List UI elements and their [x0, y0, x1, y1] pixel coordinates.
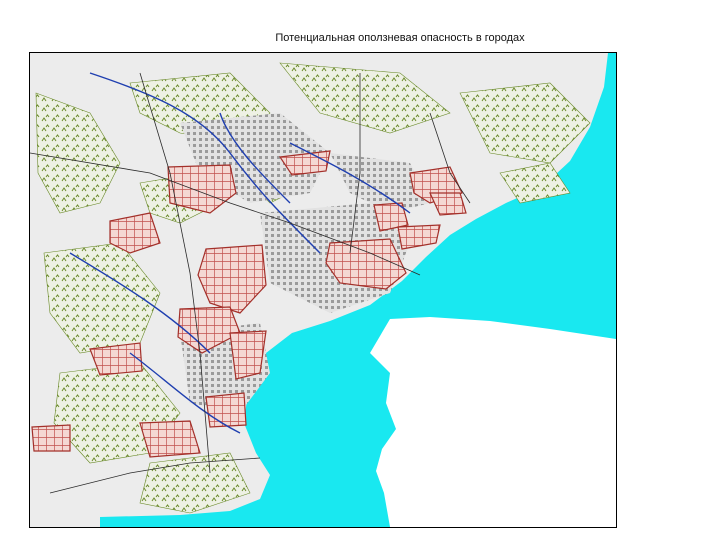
peninsula — [370, 317, 616, 527]
hazard-zone — [229, 330, 267, 380]
hazard-zone — [139, 420, 201, 458]
slide: Потенциальная оползневая опасность в гор… — [0, 0, 720, 540]
map-canvas — [30, 53, 616, 527]
slide-title: Потенциальная оползневая опасность в гор… — [275, 32, 525, 44]
landslide-hazard-map — [29, 52, 617, 528]
hazard-zone — [89, 342, 143, 376]
hazard-zone — [205, 392, 247, 428]
hazard-zone — [31, 424, 71, 452]
